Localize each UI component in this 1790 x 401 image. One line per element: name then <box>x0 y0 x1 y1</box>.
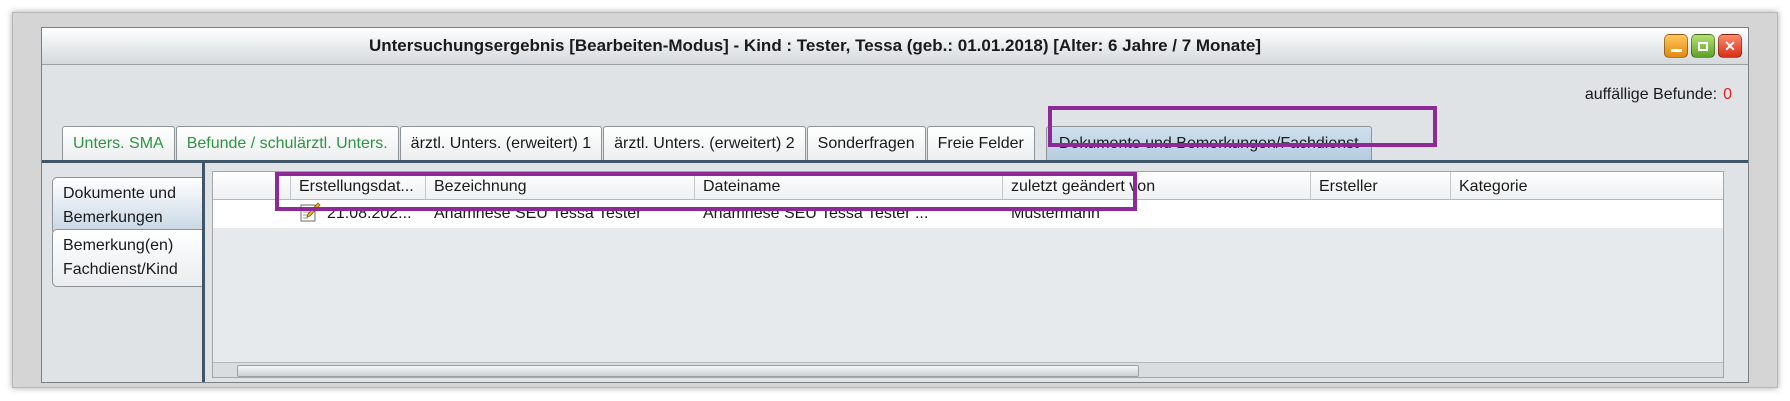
date-value: 21.08.202... <box>327 205 412 222</box>
tab-befunde-schulaerztl[interactable]: Befunde / schulärztl. Unters. <box>175 126 399 160</box>
tab-bar: Unters. SMA Befunde / schulärztl. Unters… <box>62 126 1373 160</box>
screenshot-frame: Untersuchungsergebnis [Bearbeiten-Modus]… <box>12 12 1778 388</box>
column-header-bezeichnung[interactable]: Bezeichnung <box>426 172 695 199</box>
scrollbar-thumb[interactable] <box>237 365 1139 377</box>
row-spacer-cell <box>213 200 291 228</box>
window-title: Untersuchungsergebnis [Bearbeiten-Modus]… <box>368 36 1262 55</box>
side-tab-label-line2: Bemerkungen <box>63 209 163 226</box>
side-tab-panel: Dokumente und Bemerkungen Bemerkung(en) … <box>42 163 205 382</box>
horizontal-scrollbar[interactable] <box>213 362 1723 377</box>
tab-dokumente-bemerkungen[interactable]: Dokumente und Bemerkungen/Fachdienst <box>1045 126 1372 160</box>
title-bar[interactable]: Untersuchungsergebnis [Bearbeiten-Modus]… <box>42 28 1748 65</box>
tab-sonderfragen[interactable]: Sonderfragen <box>806 126 926 160</box>
bezeichnung-cell: Anamnese SEU Tessa Tester <box>434 205 642 222</box>
table-header: Erstellungsdat... Bezeichnung Dateiname … <box>213 172 1723 200</box>
minimize-icon <box>1670 48 1682 52</box>
dateiname-cell: Anamnese SEU Tessa Tester ... <box>703 205 929 222</box>
edit-document-icon <box>300 202 321 222</box>
tab-separator <box>42 160 1748 163</box>
window-controls: ✕ <box>1664 34 1742 58</box>
tab-unters-sma[interactable]: Unters. SMA <box>62 126 175 160</box>
geaendert-von-cell: Mustermann <box>1011 205 1100 222</box>
date-cell: 21.08.202... <box>291 200 426 228</box>
side-tab-label-line1: Dokumente und <box>63 185 176 202</box>
close-icon: ✕ <box>1724 38 1736 54</box>
maximize-button[interactable] <box>1691 34 1715 58</box>
column-header-dateiname[interactable]: Dateiname <box>695 172 1003 199</box>
tab-freie-felder[interactable]: Freie Felder <box>926 126 1035 160</box>
findings-indicator: auffällige Befunde: 0 <box>1585 86 1732 104</box>
findings-label: auffällige Befunde: <box>1584 86 1718 103</box>
column-header-geaendert-von[interactable]: zuletzt geändert von <box>1003 172 1311 199</box>
ersteller-cell <box>1311 200 1451 228</box>
side-tab-dokumente[interactable]: Dokumente und Bemerkungen <box>52 177 202 235</box>
column-header-kategorie[interactable]: Kategorie <box>1451 172 1723 199</box>
minimize-button[interactable] <box>1664 34 1688 58</box>
documents-table: Erstellungsdat... Bezeichnung Dateiname … <box>212 171 1724 378</box>
findings-count: 0 <box>1723 86 1732 103</box>
table-row[interactable]: 21.08.202... Anamnese SEU Tessa Tester A… <box>213 200 1723 228</box>
column-header-erstellungsdatum[interactable]: Erstellungsdat... <box>291 172 426 199</box>
close-button[interactable]: ✕ <box>1718 34 1742 58</box>
kategorie-cell <box>1451 200 1723 228</box>
tab-aerztl-erweitert-2[interactable]: ärztl. Unters. (erweitert) 2 <box>603 126 806 160</box>
tab-aerztl-erweitert-1[interactable]: ärztl. Unters. (erweitert) 1 <box>399 126 603 160</box>
side-tab-label-line2: Fachdienst/Kind <box>63 261 178 278</box>
side-tab-label-line1: Bemerkung(en) <box>63 237 174 254</box>
side-tab-bemerkungen[interactable]: Bemerkung(en) Fachdienst/Kind <box>52 229 202 287</box>
dialog-window: Untersuchungsergebnis [Bearbeiten-Modus]… <box>41 27 1749 383</box>
column-header-icon[interactable] <box>213 172 291 199</box>
column-header-ersteller[interactable]: Ersteller <box>1311 172 1451 199</box>
maximize-icon <box>1698 41 1708 51</box>
